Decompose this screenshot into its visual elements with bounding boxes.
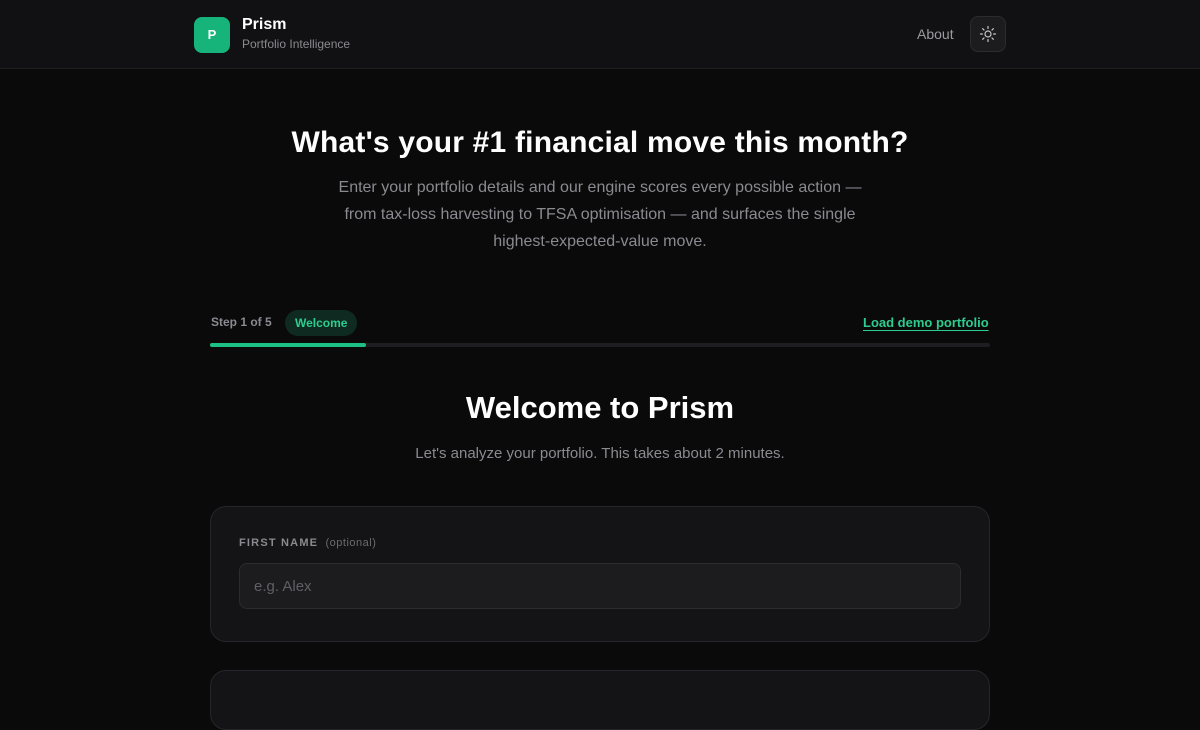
sun-icon — [979, 25, 997, 43]
welcome-subtitle: Let's analyze your portfolio. This takes… — [415, 445, 785, 462]
optional-hint: (optional) — [325, 537, 377, 549]
current-step-badge: Welcome — [285, 310, 358, 336]
brand-text: Prism Portfolio Intelligence — [242, 16, 350, 53]
app-logo: P — [194, 16, 230, 53]
first-name-label: FIRST NAME (optional) — [239, 537, 376, 549]
app-tagline: Portfolio Intelligence — [242, 37, 351, 51]
hero-title: What's your #1 financial move this month… — [291, 126, 909, 159]
step-progress-fill — [210, 343, 366, 347]
first-name-card: FIRST NAME (optional) — [210, 506, 990, 642]
step-counter: Step 1 of 5 — [211, 315, 272, 329]
top-navigation-bar: P Prism Portfolio Intelligence About — [0, 0, 1200, 69]
brand[interactable]: P Prism Portfolio Intelligence — [194, 16, 350, 53]
hero-subtitle: Enter your portfolio details and our eng… — [338, 179, 862, 250]
app-name: Prism — [242, 16, 287, 33]
theme-toggle-button[interactable] — [970, 16, 1006, 52]
load-demo-portfolio-link[interactable]: Load demo portfolio — [863, 315, 989, 330]
step-progress-bar — [210, 343, 990, 347]
first-name-input[interactable] — [239, 563, 961, 609]
about-link[interactable]: About — [917, 25, 954, 43]
next-form-card — [210, 670, 990, 730]
welcome-title: Welcome to Prism — [465, 390, 735, 425]
first-name-label-text: FIRST NAME — [239, 537, 319, 549]
